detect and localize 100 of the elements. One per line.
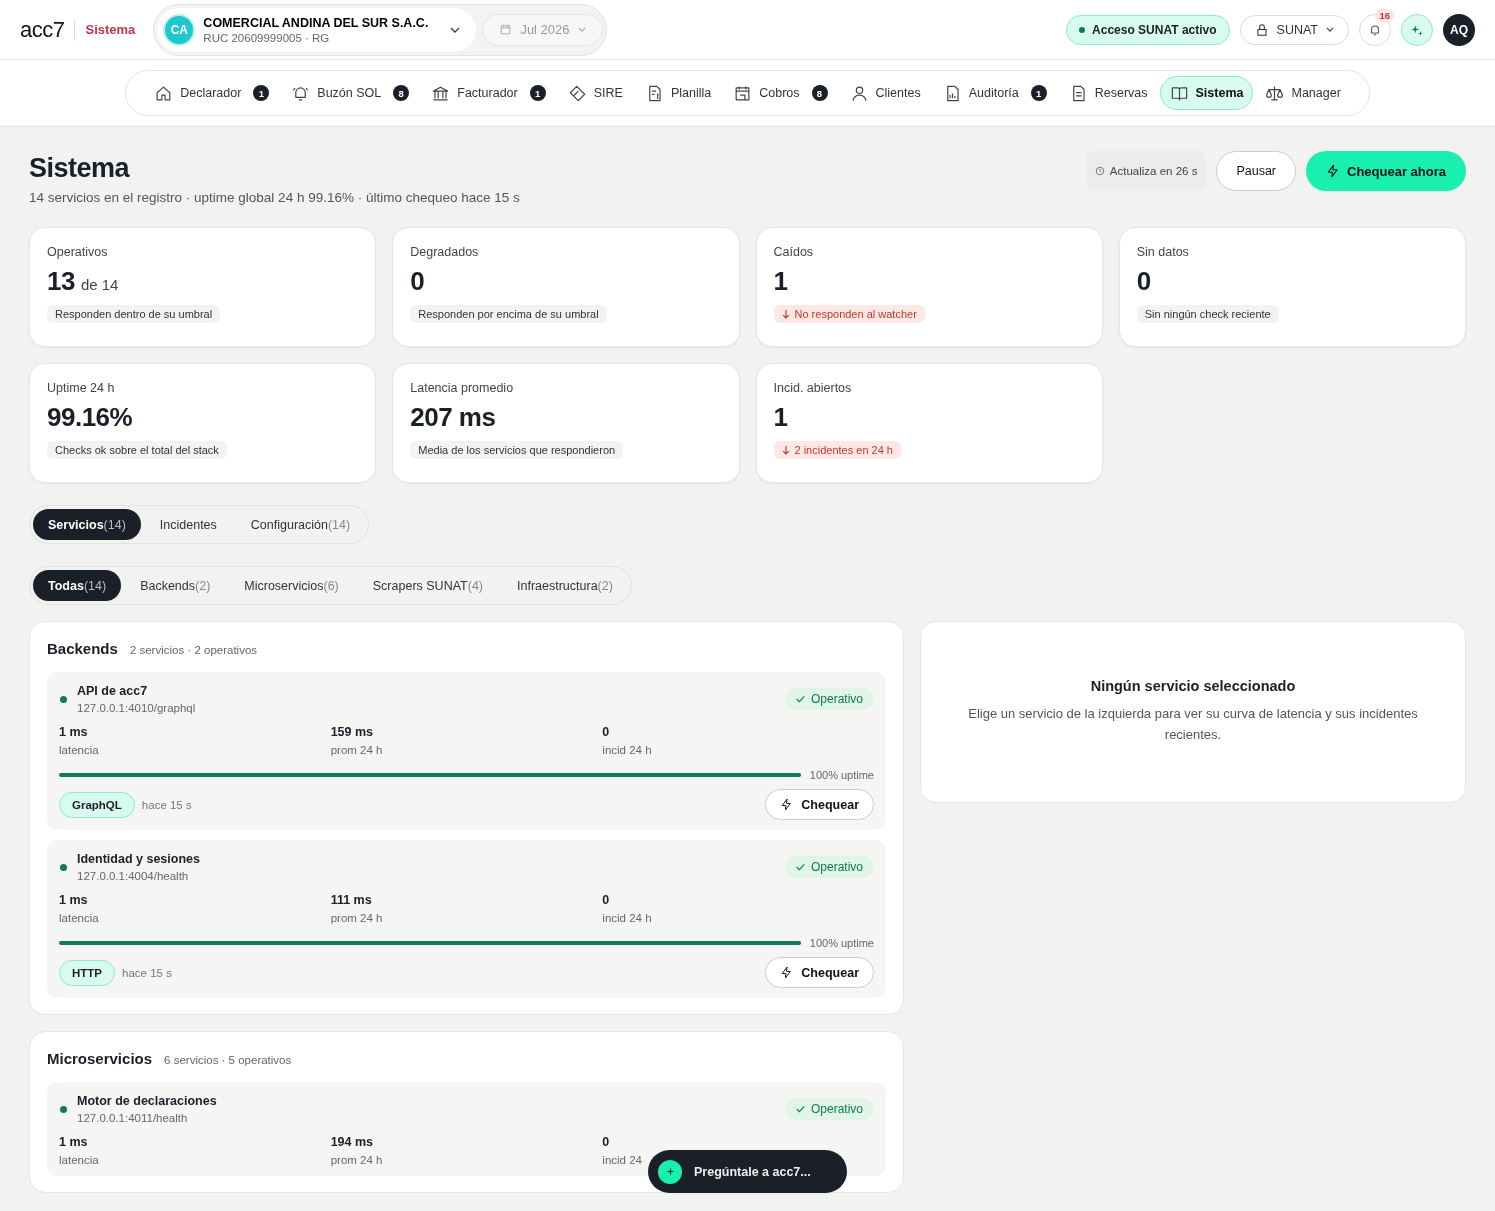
nav-tab[interactable]: Auditoría 1 [932, 76, 1057, 110]
stat-note: 2 incidentes en 24 h [773, 441, 901, 459]
protocol-tag: HTTP [59, 959, 116, 986]
stat-label: Caídos [773, 245, 814, 259]
service-url: 127.0.0.1:4004/health [77, 870, 190, 882]
check-icon [795, 863, 805, 871]
stat-label: Incid. abiertos [773, 381, 852, 395]
stat-label: Latencia promedio [410, 381, 514, 395]
count-badge: 1 [529, 85, 546, 101]
nav-tab[interactable]: Clientes [839, 76, 931, 110]
service-url: 127.0.0.1:4010/graphql [77, 702, 196, 714]
service-card[interactable]: API de acc7 127.0.0.1:4010/graphql Operativo 1 ms latencia 159 ms prom 24 h 0 incid 24 h 100% uptime GraphQL hace 15 s Chequear [47, 672, 886, 830]
stat-label: Operativos [47, 245, 108, 259]
group-summary: 6 servicios · 5 operativos [164, 1054, 292, 1066]
metric-value: 0 [602, 725, 611, 739]
stat-note: Checks ok sobre el total del stack [47, 441, 227, 459]
metric-label: prom 24 h [330, 744, 384, 756]
sunat-menu-button[interactable]: SUNAT [1239, 14, 1349, 45]
uptime-label: 100% uptime [809, 769, 874, 781]
service-name: API de acc7 [77, 684, 149, 698]
status-badge: Operativo [784, 688, 874, 710]
check-button[interactable]: Chequear [765, 957, 874, 988]
company-ruc: RUC 20609999005 · RG [203, 31, 330, 44]
user-avatar[interactable]: AQ [1443, 13, 1475, 46]
lightning-icon [780, 966, 794, 979]
stat-note: Media de los servicios que respondieron [410, 441, 624, 459]
filter-tab[interactable]: Scrapers SUNAT(4) [357, 570, 498, 601]
nav-tab[interactable]: Sistema [1159, 76, 1254, 110]
nav-tab[interactable]: Cobros 8 [723, 76, 838, 110]
bell-icon [1368, 22, 1382, 37]
stat-note: Sin ningún check reciente [1136, 305, 1279, 323]
stat-value: 207 ms [410, 402, 496, 433]
service-name: Identidad y sesiones [77, 852, 200, 866]
nav-tab[interactable]: Manager [1255, 76, 1351, 110]
company-selector[interactable]: CA COMERCIAL ANDINA DEL SUR S.A.C. RUC 20609999005 · RG [157, 7, 477, 52]
arrow-down-icon [781, 309, 790, 319]
nav-tab[interactable]: SIRE [557, 76, 633, 110]
stat-suffix: de 14 [80, 276, 119, 293]
metric-value: 1 ms [59, 893, 89, 907]
stat-note: No responden al watcher [773, 305, 925, 323]
metric-label: incid 24 [602, 1154, 643, 1166]
check-now-button[interactable]: Chequear ahora [1306, 151, 1466, 191]
nav-tab[interactable]: Declarador 1 [144, 76, 280, 110]
last-check-time: hace 15 s [122, 966, 172, 979]
filter-tab[interactable]: Backends(2) [125, 570, 226, 601]
refresh-countdown: Actualiza en 26 s [1085, 151, 1207, 191]
protocol-tag: GraphQL [59, 791, 135, 818]
calendar-icon [499, 23, 513, 36]
metric-label: latencia [59, 1154, 100, 1166]
ask-assistant-button[interactable]: Pregúntale a acc7... [648, 1150, 847, 1193]
service-name: Motor de declaraciones [77, 1094, 217, 1108]
sparkle-icon [658, 1159, 682, 1184]
company-avatar: CA [163, 13, 196, 46]
stat-label: Sin datos [1136, 245, 1189, 259]
empty-state-text: Elige un servicio de la izquierda para ver su curva de latencia y sus incidentes recientes. [967, 705, 1419, 744]
section-tab[interactable]: Servicios(14) [33, 509, 141, 540]
tag-icon [567, 83, 587, 103]
check-button[interactable]: Chequear [765, 789, 874, 820]
stat-value: 0 [1136, 266, 1151, 297]
filter-tab[interactable]: Microservicios(6) [229, 570, 354, 601]
stat-value: 1 [773, 402, 788, 433]
nav-tab[interactable]: Buzón SOL 8 [281, 76, 420, 110]
last-check-time: hace 15 s [141, 798, 192, 811]
filter-tab[interactable]: Infraestructura(2) [502, 570, 628, 601]
metric-label: latencia [59, 912, 100, 924]
lightning-icon [1326, 164, 1340, 178]
metric-value: 0 [602, 893, 611, 907]
uptime-label: 100% uptime [809, 937, 874, 949]
stat-value: 1 [773, 266, 788, 297]
stat-value: 99.16% [47, 402, 133, 433]
empty-state-title: Ningún servicio seleccionado [1090, 678, 1296, 695]
assistant-button[interactable] [1401, 13, 1433, 46]
metric-value: 111 ms [330, 893, 373, 907]
check-icon [795, 695, 805, 703]
stat-note: Responden dentro de su umbral [47, 305, 221, 323]
notification-count: 16 [1375, 8, 1394, 22]
stat-label: Uptime 24 h [47, 381, 115, 395]
filter-tab[interactable]: Todas(14) [33, 570, 122, 601]
sunat-status-badge: Acceso SUNAT activo [1066, 14, 1230, 45]
metric-value: 1 ms [59, 725, 89, 739]
nav-tab[interactable]: Reservas [1058, 76, 1158, 110]
count-badge: 1 [1030, 85, 1047, 101]
nav-tab[interactable]: Planilla [634, 76, 722, 110]
chevron-down-icon [1326, 27, 1334, 32]
metric-label: incid 24 h [602, 912, 653, 924]
count-badge: 8 [393, 85, 410, 101]
clock-icon [1094, 166, 1105, 176]
count-badge: 8 [811, 85, 828, 101]
service-card[interactable]: Identidad y sesiones 127.0.0.1:4004/health Operativo 1 ms latencia 111 ms prom 24 h 0 incid 24 h 100% uptime HTTP hace 15 s Chequear [47, 840, 886, 998]
stat-note: Responden por encima de su umbral [410, 305, 607, 323]
stat-value: 13 [47, 266, 75, 297]
metric-value: 1 ms [59, 1135, 89, 1149]
pause-button[interactable]: Pausar [1216, 151, 1296, 191]
lightning-icon [780, 798, 794, 811]
stat-label: Degradados [410, 245, 479, 259]
logo[interactable]: acc7 [20, 16, 65, 43]
nav-tab[interactable]: Facturador 1 [421, 76, 556, 110]
section-tab[interactable]: Configuración(14) [235, 509, 366, 540]
page-title: Sistema [29, 153, 131, 184]
section-tab[interactable]: Incidentes [144, 509, 232, 540]
